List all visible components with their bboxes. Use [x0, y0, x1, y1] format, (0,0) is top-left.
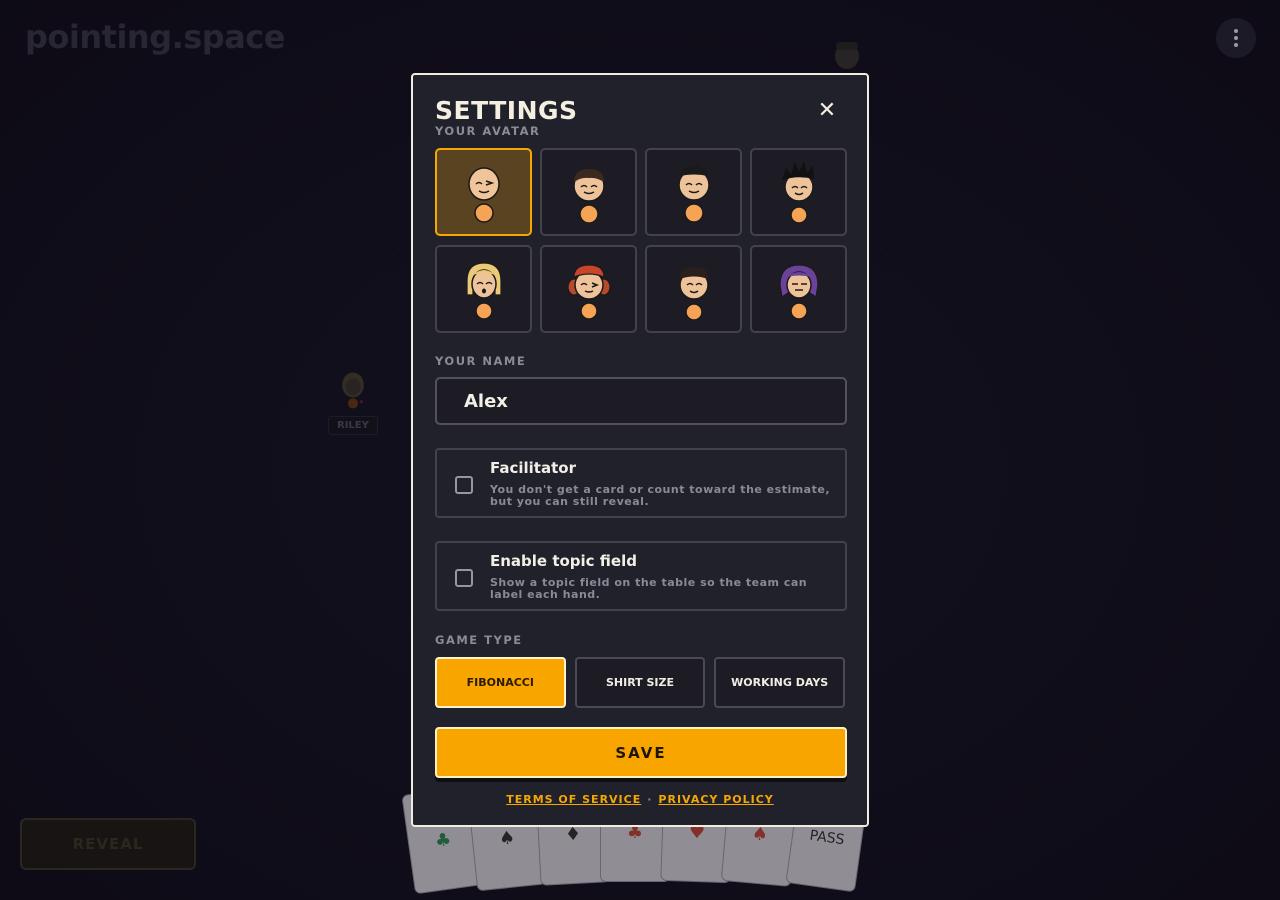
modal-title: SETTINGS [435, 96, 578, 125]
avatar-red-hair-wink-icon [566, 264, 611, 320]
game-type-fibonacci[interactable]: FIBONACCI [435, 657, 566, 708]
terms-of-service-link[interactable]: TERMS OF SERVICE [506, 793, 641, 806]
footer-separator: · [647, 793, 653, 806]
privacy-policy-link[interactable]: PRIVACY POLICY [658, 793, 773, 806]
avatar-option-blonde-bob[interactable] [435, 245, 532, 333]
topic-field-title: Enable topic field [490, 552, 637, 570]
name-section-label: YOUR NAME [435, 354, 527, 368]
save-button[interactable]: SAVE [435, 727, 847, 778]
avatar-bald-wink-icon [467, 167, 500, 223]
facilitator-text: Facilitator You don't get a card or coun… [490, 460, 833, 508]
close-icon[interactable]: ✕ [817, 100, 837, 122]
topic-field-description: Show a topic field on the table so the t… [490, 576, 808, 601]
avatar-option-red-hair-wink[interactable] [540, 245, 637, 333]
avatar-option-purple-hair[interactable] [750, 245, 847, 333]
avatar-option-curly-black[interactable] [645, 148, 742, 236]
avatar-section-label: YOUR AVATAR [435, 124, 541, 138]
avatar-spiky-black-icon [781, 161, 814, 224]
game-type-shirt-size[interactable]: SHIRT SIZE [574, 657, 706, 708]
game-type-label: GAME TYPE [435, 633, 523, 647]
footer-links: TERMS OF SERVICE · PRIVACY POLICY [435, 793, 845, 806]
facilitator-title: Facilitator [490, 459, 576, 477]
topic-field-option[interactable]: Enable topic field Show a topic field on… [435, 541, 847, 611]
facilitator-description: You don't get a card or count toward the… [490, 483, 831, 508]
avatar-purple-hair-icon [778, 264, 819, 320]
avatar-grid [435, 148, 847, 333]
topic-field-checkbox[interactable] [455, 569, 473, 587]
game-type-working-days[interactable]: WORKING DAYS [714, 657, 846, 708]
avatar-option-spiky-black[interactable] [750, 148, 847, 236]
avatar-option-bald-wink[interactable] [435, 148, 532, 236]
facilitator-option[interactable]: Facilitator You don't get a card or coun… [435, 448, 847, 518]
avatar-short-dark-icon [678, 267, 709, 321]
avatar-blonde-bob-icon [465, 262, 502, 320]
settings-modal: SETTINGS ✕ YOUR AVATAR YOUR NAME Alex Fa… [411, 73, 869, 827]
topic-field-text: Enable topic field Show a topic field on… [490, 553, 833, 601]
avatar-short-brown-icon [572, 169, 605, 224]
avatar-option-short-dark[interactable] [645, 245, 742, 333]
avatar-curly-black-icon [677, 164, 710, 223]
game-type-selector: FIBONACCI SHIRT SIZE WORKING DAYS [435, 657, 846, 708]
facilitator-checkbox[interactable] [455, 476, 473, 494]
avatar-option-short-brown[interactable] [540, 148, 637, 236]
name-input[interactable] [435, 377, 847, 425]
